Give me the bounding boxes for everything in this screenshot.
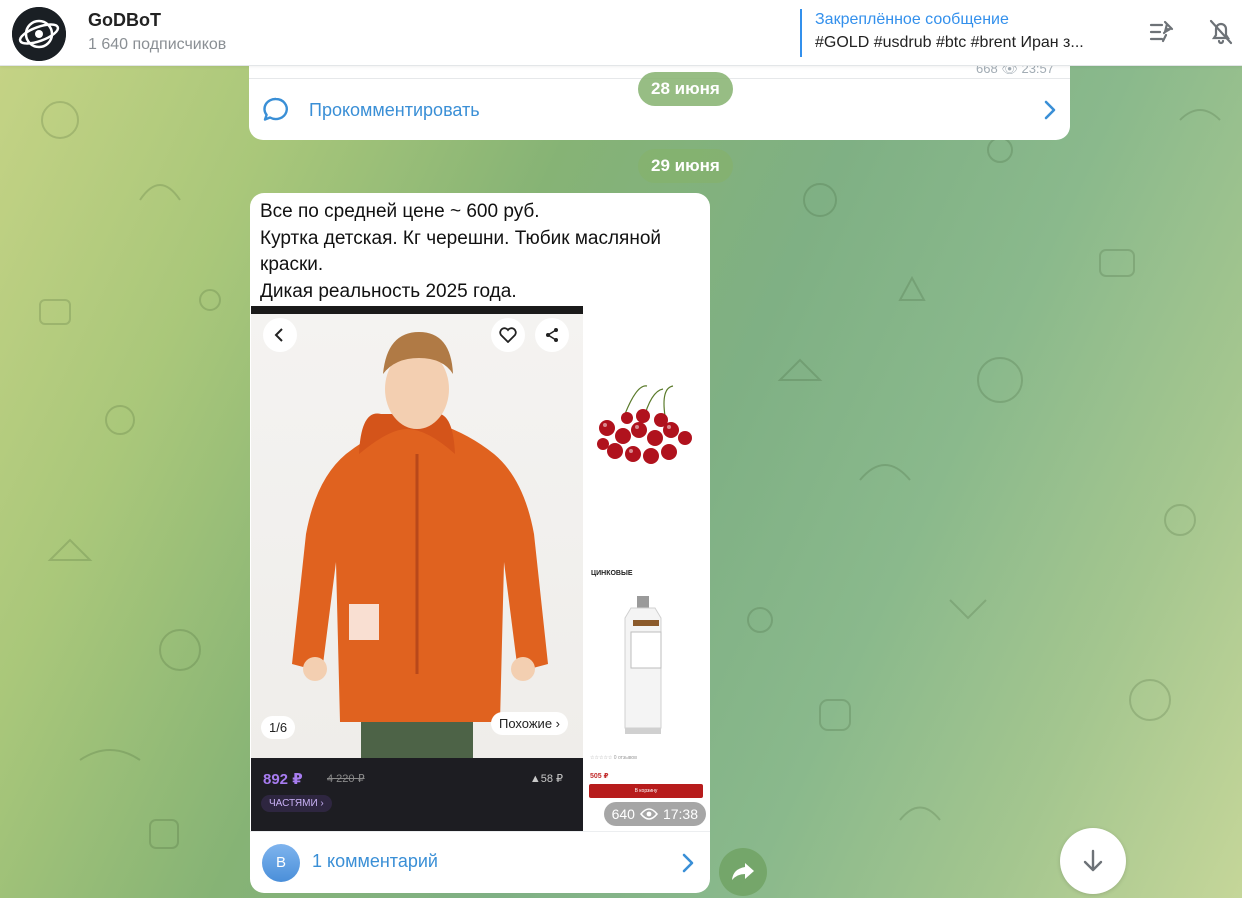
heart-icon <box>499 327 517 343</box>
product-rating: ▲58 ₽ <box>529 773 563 785</box>
product-old-price: 4 220 ₽ <box>327 773 365 785</box>
product-price: 892 ₽ <box>263 771 303 788</box>
paint-product-title: ЦИНКОВЫЕ <box>591 570 633 577</box>
channel-title[interactable]: GoDBoT <box>88 10 161 31</box>
chevron-right-icon <box>682 853 694 873</box>
photo-cherries[interactable] <box>585 306 709 560</box>
share-nodes-icon <box>546 328 558 342</box>
back-button[interactable] <box>263 318 297 352</box>
similar-button[interactable]: Похожие › <box>491 712 568 735</box>
comment-button-label: Прокомментировать <box>309 99 480 120</box>
scroll-to-bottom-button[interactable] <box>1060 828 1126 894</box>
cherries-image <box>597 385 692 464</box>
subscriber-count: 1 640 подписчиков <box>88 36 227 53</box>
paint-price: 505 ₽ <box>590 773 609 780</box>
pinned-message-text: #GOLD #usdrub #btc #brent Иран з... <box>815 34 1084 51</box>
phone-status-bar <box>251 306 583 314</box>
commenter-avatar: В <box>262 844 300 882</box>
image-pager: 1/6 <box>261 716 296 739</box>
globe-logo-icon <box>12 7 66 61</box>
channel-post: Все по средней цене ~ 600 руб. Куртка де… <box>250 193 710 893</box>
child-in-orange-jacket-image <box>292 332 548 758</box>
pinned-message[interactable]: Закреплённое сообщение #GOLD #usdrub #bt… <box>800 9 1118 57</box>
channel-avatar[interactable] <box>12 7 66 61</box>
speech-bubble-icon <box>263 97 288 121</box>
post-line: Куртка детская. Кг черешни. Тюбик маслян… <box>260 227 662 276</box>
forward-post-button[interactable] <box>719 848 767 896</box>
product-buy-bar: 892 ₽ 4 220 ₽ ▲58 ₽ ЧАСТЯМИ › <box>251 758 583 831</box>
date-separator: 28 июня <box>638 72 733 106</box>
paint-tube-image <box>624 596 662 734</box>
comments-count-label: 1 комментарий <box>312 851 438 871</box>
date-separator: 29 июня <box>638 149 733 183</box>
bell-muted-icon[interactable] <box>1206 17 1236 47</box>
photo-paint-tube[interactable]: ЦИНКОВЫЕ ☆☆☆☆☆ 0 отзывов 505 ₽ В корзину <box>585 562 709 831</box>
paint-rating: ☆☆☆☆☆ 0 отзывов <box>590 755 637 761</box>
photo-jacket[interactable]: 1/6 Похожие › 892 ₽ 4 220 ₽ ▲58 ₽ ЧАСТЯМ… <box>251 306 583 831</box>
installments-badge[interactable]: ЧАСТЯМИ › <box>261 795 332 812</box>
view-count: 640 <box>611 806 635 822</box>
chevron-left-icon <box>274 328 283 342</box>
pin-list-icon[interactable] <box>1147 17 1177 47</box>
pinned-message-title: Закреплённое сообщение <box>815 11 1009 28</box>
add-to-cart-button[interactable]: В корзину <box>589 784 703 798</box>
share-arrow-icon <box>732 863 754 880</box>
arrow-down-icon <box>1083 849 1103 872</box>
post-text: Все по средней цене ~ 600 руб. Куртка де… <box>260 199 700 305</box>
favorite-button[interactable] <box>491 318 525 352</box>
post-views-time: 640 17:38 <box>603 802 706 826</box>
comments-button[interactable]: В 1 комментарий <box>250 831 710 893</box>
post-line: Все по средней цене ~ 600 руб. <box>260 201 540 222</box>
chevron-right-icon <box>1044 100 1056 120</box>
post-time: 17:38 <box>662 806 698 822</box>
post-line: Дикая реальность 2025 года. <box>260 280 517 302</box>
share-product-button[interactable] <box>535 318 569 352</box>
channel-header: GoDBoT 1 640 подписчиков Закреплённое со… <box>0 0 1242 66</box>
eye-icon <box>639 808 658 820</box>
